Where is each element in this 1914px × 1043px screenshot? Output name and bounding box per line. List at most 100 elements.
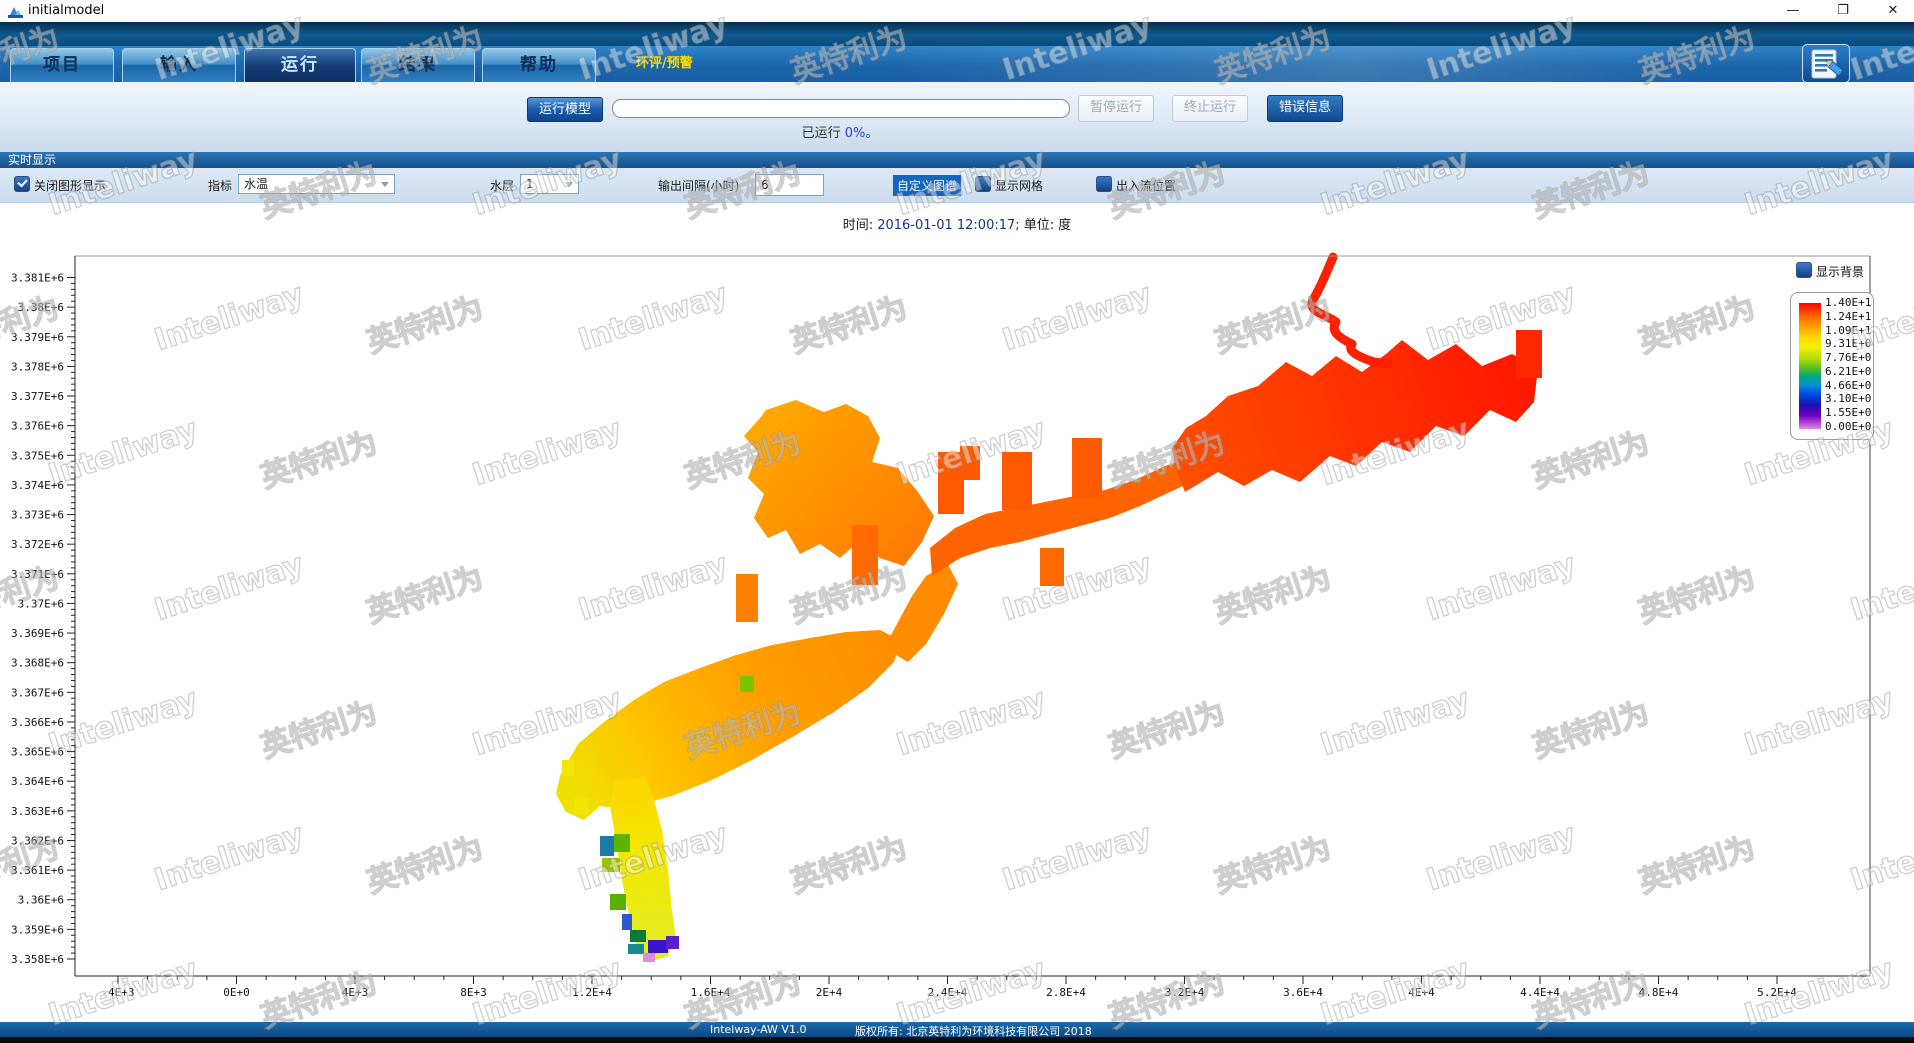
- watermark-text: 英特利为: [254, 688, 382, 767]
- speck-violet: [666, 936, 679, 949]
- watermark-text: 英特利为: [1526, 688, 1654, 767]
- stub-3: [1072, 438, 1102, 498]
- watermark-text: Inteliway: [1316, 412, 1474, 493]
- flow-positions-checkbox[interactable]: [1096, 176, 1112, 192]
- yellow-cell-2: [574, 798, 588, 814]
- stub-1: [938, 452, 964, 514]
- x-tick-label: 3.6E+4: [1283, 986, 1323, 999]
- speck-green-2: [610, 894, 626, 910]
- layer-value: 1: [526, 177, 534, 191]
- watermark-text: 英特利为: [360, 283, 488, 362]
- close-graph-checkbox[interactable]: [14, 176, 30, 192]
- x-tick-label: 2.8E+4: [1046, 986, 1086, 999]
- y-tick-label: 3.369E+6: [11, 627, 64, 640]
- y-tick-label: 3.381E+6: [11, 272, 64, 285]
- watermark-text: Inteliway: [574, 817, 732, 898]
- tab-input[interactable]: 输入: [122, 48, 236, 82]
- watermark-text: Inteliway: [468, 952, 626, 1033]
- progress-value: 0%。: [845, 126, 879, 141]
- x-tick-label: 4E+4: [1408, 986, 1435, 999]
- layer-select[interactable]: 1: [520, 174, 579, 194]
- watermark-text: Inteliway: [150, 277, 308, 358]
- watermark-text: Inteliway: [1740, 952, 1898, 1033]
- realtime-display-header: 实时显示: [0, 152, 1914, 168]
- x-tick-label: 1.6E+4: [691, 986, 731, 999]
- watermark-text: Inteliway: [998, 817, 1156, 898]
- legend-value: 1.40E+1: [1825, 297, 1871, 309]
- watermark-text: 英特利为: [360, 553, 488, 632]
- neck: [884, 564, 958, 662]
- watermark-text: 英特利为: [1526, 418, 1654, 497]
- watermark-text: Inteliway: [574, 277, 732, 358]
- watermark-text: 英特利为: [1632, 553, 1760, 632]
- output-interval-input[interactable]: [755, 174, 824, 196]
- y-tick-label: 3.362E+6: [11, 834, 64, 847]
- nw-arm: [744, 400, 934, 566]
- tab-result[interactable]: 结果: [361, 48, 475, 82]
- stub-4: [852, 525, 878, 585]
- run-toolbar: 运行模型 已运行 0%。 暂停运行 终止运行 错误信息: [0, 82, 1914, 152]
- watermark-text: Inteliway: [468, 682, 626, 763]
- env-warning-link[interactable]: 环评/预警: [636, 52, 693, 71]
- run-model-button[interactable]: 运行模型: [527, 97, 603, 122]
- x-tick-label: 4.4E+4: [1520, 986, 1560, 999]
- legend-value: 1.24E+1: [1825, 311, 1871, 323]
- watermark-text: Inteliway: [44, 952, 202, 1033]
- watermark-text: 英特利为: [784, 553, 912, 632]
- speck-teal-1: [600, 836, 614, 856]
- show-background-label: 显示背景: [1816, 263, 1864, 280]
- watermark-text: Inteliway: [44, 412, 202, 493]
- y-tick-label: 3.363E+6: [11, 805, 64, 818]
- show-grid-checkbox[interactable]: [975, 176, 991, 192]
- show-background-checkbox[interactable]: [1796, 262, 1812, 278]
- indicator-select[interactable]: 水温: [238, 174, 395, 194]
- watermark-text: Inteliway: [574, 547, 732, 628]
- ne-band: [1172, 340, 1538, 492]
- top-band: [0, 22, 1914, 46]
- stop-run-button[interactable]: 终止运行: [1172, 95, 1248, 122]
- tab-project[interactable]: 项目: [10, 48, 114, 82]
- tab-run[interactable]: 运行: [244, 48, 356, 82]
- legend-value: 6.21E+0: [1825, 366, 1871, 378]
- layer-label: 水层: [490, 177, 514, 194]
- stub-2: [1002, 452, 1032, 510]
- document-edit-icon: [1803, 45, 1849, 82]
- tab-help[interactable]: 帮助: [482, 48, 596, 82]
- watermark-text: 英特利为: [1208, 553, 1336, 632]
- y-tick-label: 3.367E+6: [11, 686, 64, 699]
- watermark-text: Inteliway: [1316, 682, 1474, 763]
- x-tick-label: 8E+3: [460, 986, 487, 999]
- stub-5: [1040, 548, 1064, 586]
- color-scale-bar: [1799, 303, 1821, 429]
- restore-button[interactable]: ❐: [1826, 0, 1860, 22]
- status-bar: Intelway-AW V1.0 版权所有: 北京英特利为环境科技有限公司 20…: [0, 1022, 1914, 1037]
- document-edit-button[interactable]: [1802, 44, 1850, 83]
- watermark-text: Inteliway: [468, 412, 626, 493]
- watermark-text: Inteliway: [1422, 547, 1580, 628]
- time-value: 2016-01-01 12:00:17;: [877, 218, 1019, 233]
- watermark-text: Inteliway: [892, 682, 1050, 763]
- y-tick-label: 3.38E+6: [18, 301, 64, 314]
- pause-run-button[interactable]: 暂停运行: [1078, 95, 1154, 122]
- y-tick-label: 3.359E+6: [11, 923, 64, 936]
- application-window: initialmodel — ❐ ✕ 项目 输入 运行 结果 帮助 环评/预警 …: [0, 0, 1914, 1043]
- app-icon: [8, 4, 23, 18]
- realtime-controls: 关闭图形显示 指标 水温 水层 1 输出间隔(小时) 自定义图谱 显示网格 出入…: [0, 168, 1914, 203]
- app-version: Intelway-AW V1.0: [710, 1023, 806, 1036]
- watermark-text: 英特利为: [1208, 823, 1336, 902]
- error-info-button[interactable]: 错误信息: [1267, 95, 1343, 122]
- y-tick-label: 3.378E+6: [11, 360, 64, 373]
- lake-tail: [556, 742, 668, 820]
- close-button[interactable]: ✕: [1876, 0, 1910, 22]
- color-legend: 1.40E+11.24E+11.09E+19.31E+07.76E+06.21E…: [1790, 292, 1874, 440]
- speck-navy: [648, 940, 668, 953]
- x-tick-label: 3.2E+4: [1165, 986, 1205, 999]
- watermark-text: 英特利为: [678, 418, 806, 497]
- watermark-text: 英特利为: [1102, 688, 1230, 767]
- watermark-text: Inteliway: [44, 682, 202, 763]
- thin-river: [1312, 257, 1388, 364]
- watermark-text: 英特利为: [1632, 283, 1760, 362]
- minimize-button[interactable]: —: [1776, 0, 1810, 22]
- speck-green-lake: [740, 676, 754, 692]
- custom-palette-button[interactable]: 自定义图谱: [893, 175, 961, 196]
